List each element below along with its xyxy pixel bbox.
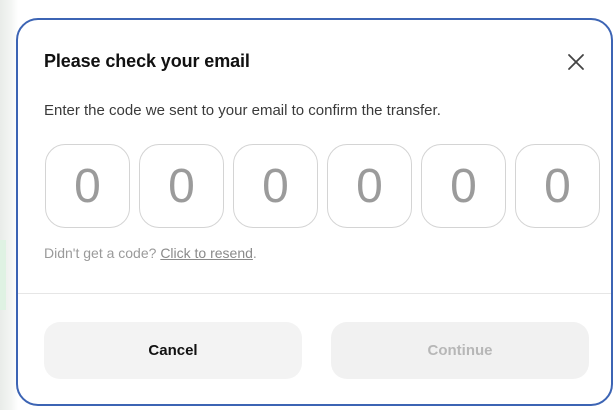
cancel-button[interactable]: Cancel — [44, 322, 302, 379]
code-digit-input-6[interactable]: 0 — [515, 144, 600, 228]
resend-row: Didn't get a code? Click to resend. — [44, 245, 257, 261]
code-input-group: 0 0 0 0 0 0 — [45, 144, 600, 228]
code-digit-input-3[interactable]: 0 — [233, 144, 318, 228]
close-button[interactable] — [564, 50, 588, 74]
modal-title: Please check your email — [44, 51, 250, 71]
code-digit-input-1[interactable]: 0 — [45, 144, 130, 228]
code-digit-input-2[interactable]: 0 — [139, 144, 224, 228]
resend-suffix: . — [252, 245, 257, 261]
continue-button[interactable]: Continue — [331, 322, 589, 379]
modal-description: Enter the code we sent to your email to … — [44, 102, 441, 119]
close-icon — [568, 54, 584, 70]
resend-link[interactable]: Click to resend — [160, 245, 253, 261]
code-digit-input-5[interactable]: 0 — [421, 144, 506, 228]
code-digit-input-4[interactable]: 0 — [327, 144, 412, 228]
resend-prefix: Didn't get a code? — [44, 245, 161, 261]
footer-divider — [18, 293, 611, 294]
verification-modal: Please check your email Enter the code w… — [16, 18, 613, 406]
backdrop-accent — [0, 240, 6, 310]
